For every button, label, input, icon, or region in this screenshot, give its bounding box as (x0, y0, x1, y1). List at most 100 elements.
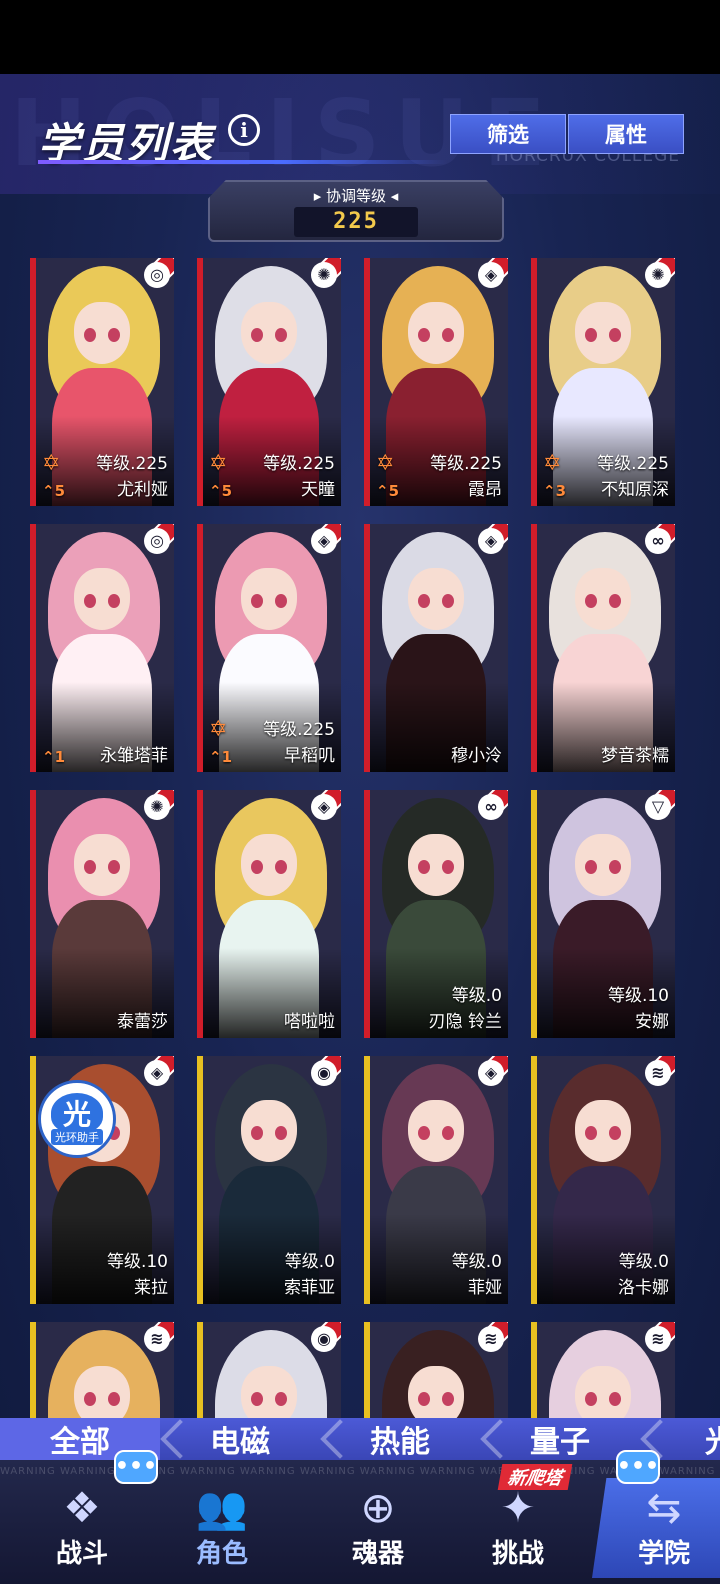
roster-screen: HOLISUE HORCRUX COLLEGE 学员列表 i 筛选 属性 ▸ 协… (0, 74, 720, 1584)
diamond-icon: ◈ (144, 1060, 170, 1086)
advancement-count: ⌃3 (543, 482, 566, 500)
bars-icon: ≋ (144, 1326, 170, 1352)
character-name: 穆小泠 (451, 746, 502, 766)
chat-bubble-icon[interactable]: ••• (616, 1450, 660, 1484)
rarity-stripe (30, 524, 36, 772)
rarity-stripe (364, 1322, 370, 1418)
character-level: 等级.10 (106, 1252, 168, 1272)
chevron-icon (160, 1419, 200, 1459)
filter-button[interactable]: 筛选 (450, 114, 566, 154)
character-card[interactable]: ◉ 等级.0 索菲亚 (197, 1056, 341, 1304)
rarity-stripe (531, 524, 537, 772)
rarity-stripe (531, 790, 537, 1038)
character-card[interactable]: ◈ 等级.0 菲娅 (364, 1056, 508, 1304)
advancement-count: ⌃5 (209, 482, 232, 500)
sync-level-panel: ▸ 协调等级 ◂ 225 (208, 180, 504, 242)
rarity-stripe (197, 1056, 203, 1304)
drop-icon: ◉ (311, 1060, 337, 1086)
character-name: 安娜 (635, 1012, 669, 1032)
rarity-stripe (30, 1322, 36, 1418)
academy-icon: ⇆ (646, 1483, 682, 1532)
character-card[interactable]: ≋ (30, 1322, 174, 1418)
character-card[interactable]: ≋ 等级.0 洛卡娜 (531, 1056, 675, 1304)
character-card[interactable]: ◉ (197, 1322, 341, 1418)
filter-tab[interactable]: 电磁 (160, 1418, 320, 1460)
rarity-stripe (197, 258, 203, 506)
character-level: 等级.0 (451, 986, 502, 1006)
character-card[interactable]: ◈ 等级.10 莱拉 光光环助手 (30, 1056, 174, 1304)
filter-tab[interactable]: 量子 (480, 1418, 640, 1460)
character-card[interactable]: ◎ 永雏塔菲 ⌃1 (30, 524, 174, 772)
character-card[interactable]: ◈ 穆小泠 (364, 524, 508, 772)
character-card[interactable]: ✺ 等级.225 不知原深 ✡ ⌃3 (531, 258, 675, 506)
bottom-nav: WARNING WARNING WARNING WARNING WARNING … (0, 1450, 720, 1584)
nav-item[interactable]: ⊕ 魂器 (306, 1478, 450, 1578)
diamond-icon: ◈ (311, 794, 337, 820)
character-level: 等级.0 (284, 1252, 335, 1272)
character-card[interactable]: ✺ 泰蕾莎 (30, 790, 174, 1038)
character-name: 永雏塔菲 (100, 746, 168, 766)
quantum-icon: ✺ (144, 794, 170, 820)
rarity-stripe (364, 790, 370, 1038)
people-icon: 👥 (195, 1483, 249, 1532)
assist-label: 光环助手 (51, 1129, 103, 1145)
advancement-value: 1 (54, 748, 66, 766)
bars-icon: ≋ (645, 1060, 671, 1086)
character-name: 天瞳 (301, 480, 335, 500)
element-filter-bar: 全部 电磁 热能 量子 光 (0, 1418, 720, 1460)
star-icon: ✡ (543, 451, 562, 476)
character-name: 莱拉 (134, 1278, 168, 1298)
nav-item[interactable]: ⇆ 学院 (592, 1478, 720, 1578)
character-name: 泰蕾莎 (117, 1012, 168, 1032)
character-card[interactable]: ◈ 嗒啦啦 (197, 790, 341, 1038)
character-card[interactable]: ▽ 等级.10 安娜 (531, 790, 675, 1038)
advancement-value: 5 (388, 482, 400, 500)
filter-tab-label: 量子 (530, 1425, 590, 1460)
chevron-up-icon: ⌃ (42, 482, 55, 500)
character-card[interactable]: ✺ 等级.225 天瞳 ✡ ⌃5 (197, 258, 341, 506)
nav-item[interactable]: ✦ 挑战 (446, 1478, 590, 1578)
star-icon: ✡ (376, 451, 395, 476)
challenge-icon: ✦ (500, 1483, 536, 1532)
rarity-stripe (197, 524, 203, 772)
filter-tab[interactable]: 热能 (320, 1418, 480, 1460)
chevron-icon (320, 1419, 360, 1459)
character-card[interactable]: ◈ 等级.225 霞昂 ✡ ⌃5 (364, 258, 508, 506)
character-card[interactable]: ≋ (531, 1322, 675, 1418)
bars-icon: ≋ (645, 1326, 671, 1352)
nav-item[interactable]: ❖ 战斗 (10, 1478, 154, 1578)
star-icon: ✡ (42, 451, 61, 476)
nav-item-label: 挑战 (491, 1539, 544, 1569)
character-card[interactable]: ≋ (364, 1322, 508, 1418)
attribute-button[interactable]: 属性 (568, 114, 684, 154)
chat-bubble-icon[interactable]: ••• (114, 1450, 158, 1484)
quantum-icon: ✺ (645, 262, 671, 288)
swirl-icon: ◎ (144, 528, 170, 554)
nav-item[interactable]: 👥 角色 (150, 1478, 294, 1578)
character-card[interactable]: ∞ 梦音茶糯 (531, 524, 675, 772)
character-name: 不知原深 (601, 480, 669, 500)
nav-item-label: 角色 (195, 1539, 248, 1569)
bars-icon: ≋ (478, 1326, 504, 1352)
advancement-value: 1 (221, 748, 233, 766)
sync-level-label: ▸ 协调等级 ◂ (313, 187, 399, 205)
rarity-stripe (364, 524, 370, 772)
star-icon: ✡ (209, 717, 228, 742)
status-bar (0, 0, 720, 74)
chevron-up-icon: ⌃ (209, 482, 222, 500)
chevron-icon (480, 1419, 520, 1459)
chevron-up-icon: ⌃ (42, 748, 55, 766)
diamond-icon: ◈ (478, 1060, 504, 1086)
character-card[interactable]: ◎ 等级.225 尤利娅 ✡ ⌃5 (30, 258, 174, 506)
assist-badge[interactable]: 光光环助手 (38, 1080, 116, 1158)
info-icon[interactable]: i (228, 114, 260, 146)
character-level: 等级.225 (263, 720, 335, 740)
nav-item-label: 魂器 (351, 1539, 404, 1569)
character-card[interactable]: ◈ 等级.225 早稻叽 ✡ ⌃1 (197, 524, 341, 772)
character-card[interactable]: ∞ 等级.0 刃隐 铃兰 (364, 790, 508, 1038)
rarity-stripe (531, 1322, 537, 1418)
diamond-icon: ◈ (478, 262, 504, 288)
rarity-stripe (197, 790, 203, 1038)
character-name: 索菲亚 (284, 1278, 335, 1298)
advancement-value: 5 (221, 482, 233, 500)
